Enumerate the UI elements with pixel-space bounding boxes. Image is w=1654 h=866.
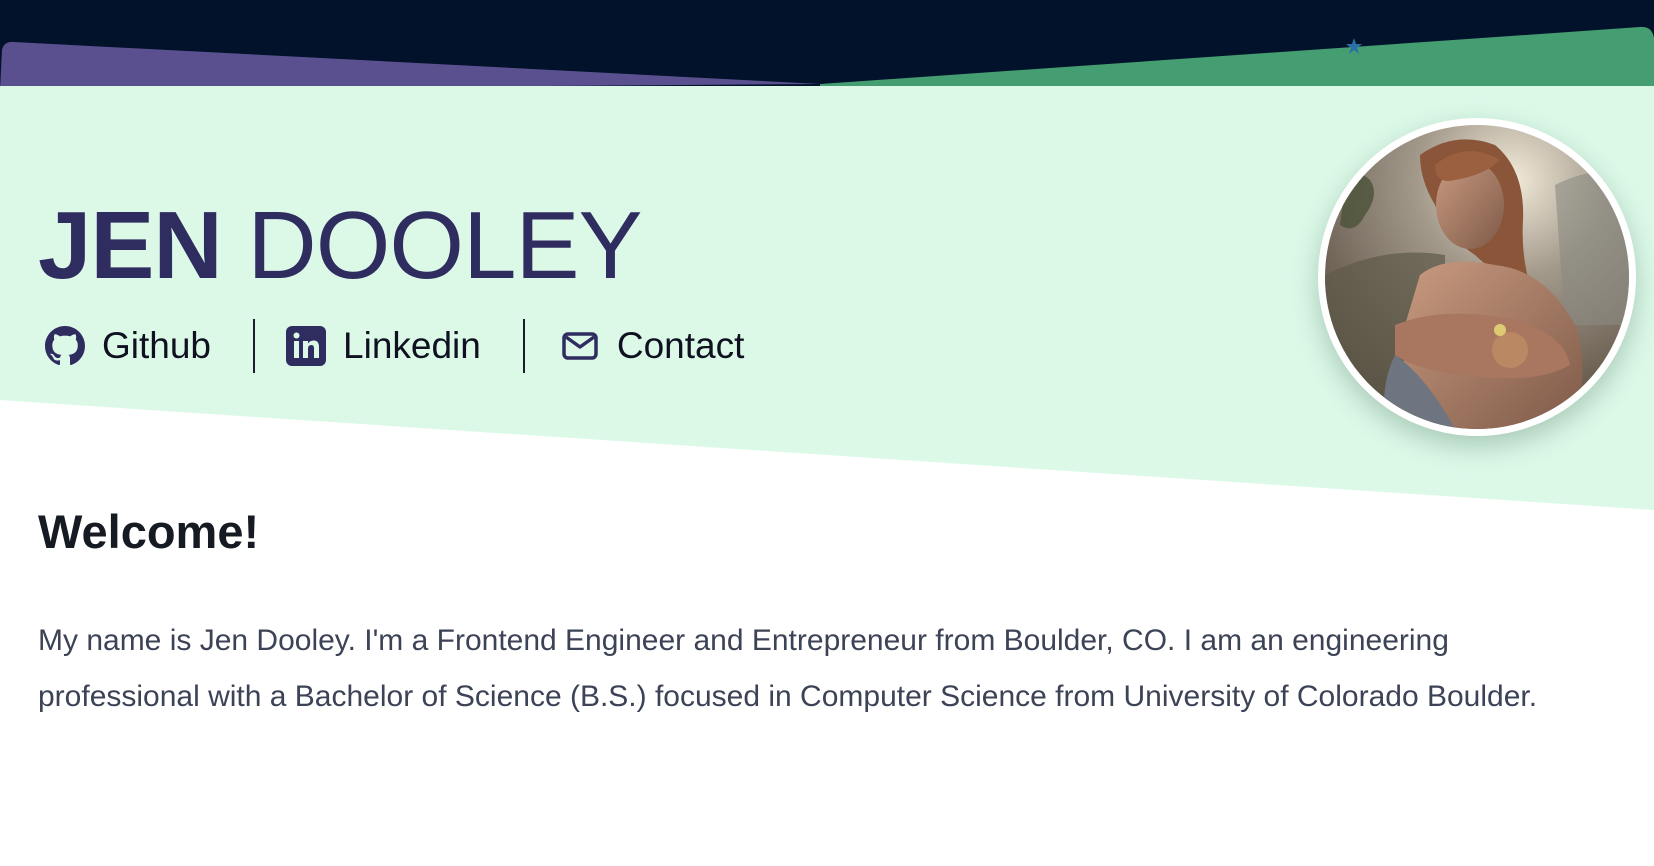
github-icon [44, 325, 86, 367]
page-title: JEN DOOLEY [38, 198, 643, 294]
linkedin-link[interactable]: Linkedin [285, 325, 481, 367]
linkedin-label: Linkedin [343, 325, 481, 366]
link-divider [522, 319, 525, 373]
social-links: Github Linkedin Contact [44, 318, 744, 374]
contact-link[interactable]: Contact [559, 325, 745, 367]
last-name: DOOLEY [247, 192, 642, 299]
avatar [1318, 118, 1636, 436]
link-divider [253, 319, 256, 373]
welcome-heading: Welcome! [38, 505, 260, 558]
profile-photo [1325, 125, 1629, 429]
mail-icon [559, 325, 601, 367]
first-name: JEN [38, 192, 223, 299]
github-link[interactable]: Github [44, 325, 211, 367]
page: JEN DOOLEY Github Linkedin Contact Welco… [0, 0, 1654, 866]
contact-label: Contact [616, 325, 745, 366]
github-label: Github [102, 325, 212, 366]
linkedin-icon [285, 325, 327, 367]
intro-paragraph: My name is Jen Dooley. I'm a Frontend En… [38, 624, 1538, 713]
